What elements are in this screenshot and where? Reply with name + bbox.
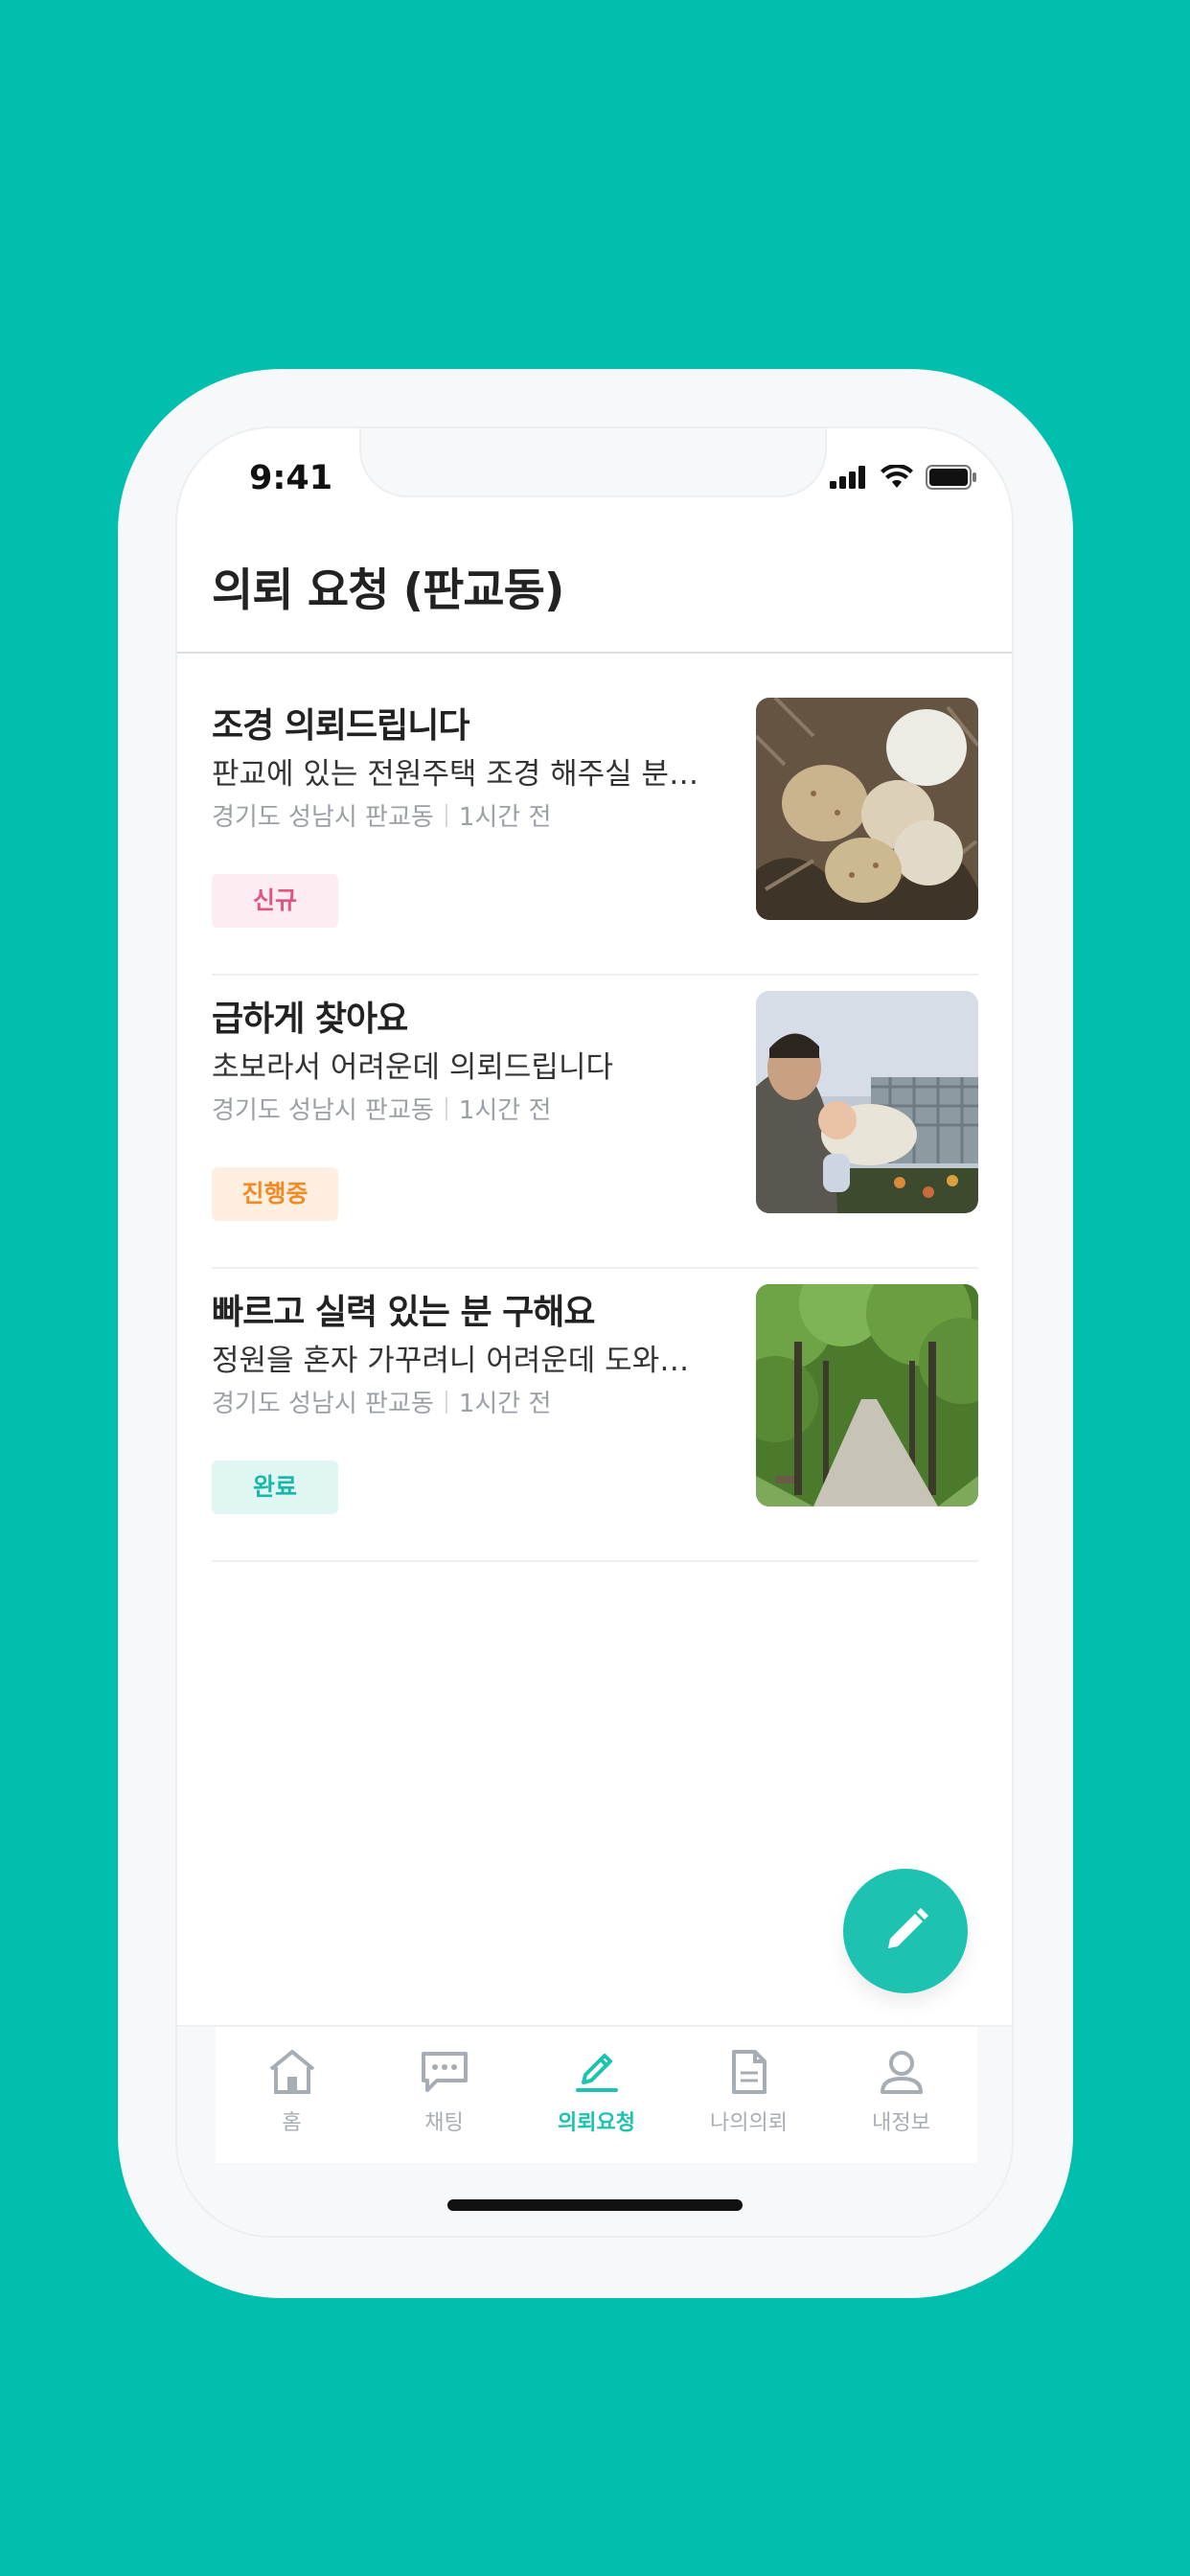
meta-divider — [445, 1096, 447, 1120]
request-thumbnail[interactable] — [756, 1284, 978, 1506]
phone-frame: 9:41 의뢰 요청 (판교동) 조경 의뢰드립니다 판교에 있는 전원주택 조… — [118, 369, 1073, 2298]
notch — [359, 428, 827, 497]
status-badge: 진행중 — [212, 1167, 338, 1221]
meta-divider — [445, 803, 447, 827]
request-description: 판교에 있는 전원주택 조경 해주실 분… — [212, 757, 699, 792]
request-time: 1시간 전 — [458, 1390, 552, 1418]
pencil-icon — [575, 2054, 618, 2092]
meta-divider — [445, 1390, 447, 1414]
request-thumbnail[interactable] — [756, 698, 978, 920]
chat-icon — [421, 2052, 468, 2092]
tab-label: 내정보 — [872, 2111, 930, 2135]
request-location: 경기도 성남시 판교동 — [212, 803, 434, 832]
tab-list: 홈 채팅 의뢰요청 나의의뢰 내정보 — [216, 2027, 977, 2163]
request-meta: 경기도 성남시 판교동 1시간 전 — [212, 797, 551, 833]
bottom-tab-bar: 홈 채팅 의뢰요청 나의의뢰 내정보 — [177, 2025, 1012, 2236]
status-badge: 신규 — [212, 874, 338, 928]
request-meta: 경기도 성남시 판교동 1시간 전 — [212, 1384, 551, 1419]
tab-label: 나의의뢰 — [710, 2111, 788, 2135]
eggs-in-nest-image — [756, 698, 978, 920]
tab-label: 홈 — [282, 2111, 302, 2135]
request-thumbnail[interactable] — [756, 991, 978, 1213]
tree-lined-path-image — [756, 1284, 978, 1506]
tab-chat[interactable]: 채팅 — [373, 2027, 516, 2163]
document-icon — [731, 2050, 767, 2094]
page-header: 의뢰 요청 (판교동) — [177, 543, 1012, 654]
request-title: 빠르고 실력 있는 분 구해요 — [212, 1293, 595, 1332]
status-time: 9:41 — [249, 459, 333, 497]
tab-my-requests[interactable]: 나의의뢰 — [677, 2027, 821, 2163]
request-card[interactable]: 빠르고 실력 있는 분 구해요 정원을 혼자 가꾸려니 어려운데 도와… 경기도… — [212, 1269, 978, 1562]
request-description: 초보라서 어려운데 의뢰드립니다 — [212, 1050, 613, 1085]
tab-request[interactable]: 의뢰요청 — [525, 2027, 669, 2163]
request-list: 조경 의뢰드립니다 판교에 있는 전원주택 조경 해주실 분… 경기도 성남시 … — [212, 682, 978, 1562]
request-meta: 경기도 성남시 판교동 1시간 전 — [212, 1091, 551, 1126]
phone-screen: 9:41 의뢰 요청 (판교동) 조경 의뢰드립니다 판교에 있는 전원주택 조… — [175, 426, 1014, 2238]
page-title: 의뢰 요청 (판교동) — [212, 564, 564, 617]
request-title: 급하게 찾아요 — [212, 1000, 408, 1039]
request-location: 경기도 성남시 판교동 — [212, 1390, 434, 1418]
man-holding-baby-image — [756, 991, 978, 1213]
pencil-icon — [888, 1908, 928, 1948]
person-icon — [880, 2051, 923, 2094]
tab-label: 채팅 — [424, 2111, 464, 2135]
request-description: 정원을 혼자 가꾸려니 어려운데 도와… — [212, 1344, 690, 1378]
tab-home[interactable]: 홈 — [220, 2027, 364, 2163]
write-request-button[interactable] — [843, 1869, 968, 1993]
status-icons — [830, 465, 977, 490]
status-badge: 완료 — [212, 1460, 338, 1514]
battery-icon — [926, 465, 976, 490]
request-location: 경기도 성남시 판교동 — [212, 1096, 434, 1125]
tab-profile[interactable]: 내정보 — [830, 2027, 973, 2163]
home-indicator[interactable] — [447, 2199, 743, 2211]
tab-label: 의뢰요청 — [558, 2111, 635, 2135]
wifi-icon — [881, 465, 913, 488]
request-card[interactable]: 조경 의뢰드립니다 판교에 있는 전원주택 조경 해주실 분… 경기도 성남시 … — [212, 682, 978, 976]
request-time: 1시간 전 — [458, 803, 552, 832]
home-icon — [269, 2050, 314, 2094]
request-time: 1시간 전 — [458, 1096, 552, 1125]
request-title: 조경 의뢰드립니다 — [212, 706, 469, 746]
request-card[interactable]: 급하게 찾아요 초보라서 어려운데 의뢰드립니다 경기도 성남시 판교동 1시간… — [212, 976, 978, 1269]
signal-icon — [830, 466, 865, 489]
